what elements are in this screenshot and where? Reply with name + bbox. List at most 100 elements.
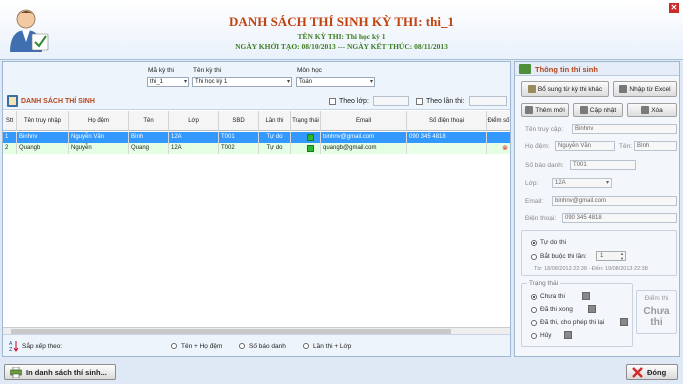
exam-code-value: thi_1 bbox=[150, 79, 164, 85]
cell-sbd: T001 bbox=[219, 132, 259, 143]
close-icon bbox=[632, 366, 643, 378]
import-from-other-exam-button[interactable]: Bổ sung từ kỳ thi khác bbox=[521, 81, 609, 97]
cell-score bbox=[487, 132, 510, 143]
status-indicator bbox=[307, 134, 314, 141]
attempt-filter-select[interactable] bbox=[469, 96, 507, 106]
cell-sbd: T002 bbox=[219, 143, 259, 154]
status-retake-radio[interactable] bbox=[531, 320, 537, 326]
col-class[interactable]: Lớp bbox=[169, 111, 219, 131]
sort-by-attempt-radio[interactable] bbox=[303, 343, 309, 349]
exam-name-select[interactable]: Thi học kỳ 1 ▾ bbox=[192, 77, 292, 87]
sort-by-attempt-label: Lần thi + Lớp bbox=[313, 343, 352, 350]
add-label: Thêm mới bbox=[535, 106, 565, 114]
subject-value: Toán bbox=[299, 79, 313, 85]
cell-middle-name: Nguyễn Văn bbox=[69, 132, 129, 143]
horizontal-scrollbar[interactable] bbox=[3, 327, 510, 334]
col-stt[interactable]: Stt bbox=[3, 111, 17, 131]
spin-arrows-icon[interactable]: ▲ ▼ bbox=[620, 251, 624, 261]
cell-status bbox=[291, 132, 321, 143]
delete-button[interactable]: Xóa bbox=[627, 103, 677, 117]
import-excel-button[interactable]: Nhập từ Excel bbox=[613, 81, 677, 97]
chevron-down-icon: ▾ bbox=[605, 180, 609, 186]
cell-phone bbox=[407, 143, 487, 154]
col-name[interactable]: Tên bbox=[129, 111, 169, 131]
print-list-button[interactable]: In danh sách thí sinh... bbox=[4, 364, 116, 380]
attempt-stepper[interactable]: 1 ▲ ▼ bbox=[596, 251, 626, 261]
subject-select[interactable]: Toán ▾ bbox=[296, 77, 375, 87]
cell-email: binhnv@gmail.com bbox=[321, 132, 407, 143]
col-middle-name[interactable]: Họ đệm bbox=[69, 111, 129, 131]
table-row[interactable]: 2 Quangb Nguyễn Quang 12A T002 Tự do qua… bbox=[3, 143, 510, 154]
cell-phone: 090 345 4818 bbox=[407, 132, 487, 143]
chevron-down-icon: ▾ bbox=[286, 79, 290, 85]
class-label: Lớp: bbox=[525, 180, 539, 187]
import-other-label: Bổ sung từ kỳ thi khác bbox=[537, 85, 603, 93]
delete-label: Xóa bbox=[651, 106, 663, 114]
chevron-down-icon: ▾ bbox=[183, 79, 187, 85]
email-field[interactable]: binhnv@gmail.com bbox=[552, 196, 677, 206]
class-filter-select[interactable] bbox=[373, 96, 409, 106]
status-done-radio[interactable] bbox=[531, 307, 537, 313]
col-attempt[interactable]: Lần thi bbox=[259, 111, 291, 131]
exam-name-subtitle: TÊN KỲ THI: Thi học kỳ 1 bbox=[297, 32, 386, 41]
update-button[interactable]: Cập nhật bbox=[573, 103, 623, 117]
window-close-button[interactable]: ✕ bbox=[669, 3, 679, 13]
col-score[interactable]: Điểm số bbox=[487, 111, 510, 131]
required-mode-radio[interactable] bbox=[531, 254, 537, 260]
status-group-label: Trạng thái bbox=[527, 280, 561, 287]
sort-by-sbd-radio[interactable] bbox=[239, 343, 245, 349]
status-retake-swatch bbox=[620, 318, 628, 326]
col-username[interactable]: Tên truy nhập bbox=[17, 111, 69, 131]
filter-by-attempt-label: Theo lần thi: bbox=[426, 98, 465, 105]
cell-email: quangb@gmail.com bbox=[321, 143, 407, 154]
col-email[interactable]: Email bbox=[321, 111, 407, 131]
sort-bar: A Z Sắp xếp theo: Tên + Họ đệm Số báo da… bbox=[3, 334, 510, 356]
detail-header: Thông tin thí sinh bbox=[515, 62, 679, 76]
required-mode-label: Bắt buộc thi lần: bbox=[540, 253, 587, 260]
middle-name-field[interactable]: Nguyễn Văn bbox=[555, 141, 615, 151]
score-value: Chưa thi bbox=[643, 306, 670, 328]
filter-by-attempt-checkbox[interactable] bbox=[416, 98, 423, 105]
list-title: DANH SÁCH THÍ SINH bbox=[21, 98, 95, 105]
name-field[interactable]: Bình bbox=[634, 141, 677, 151]
filter-bar: Mã kỳ thi thi_1 ▾ Tên kỳ thi Thi học kỳ 1… bbox=[3, 62, 510, 92]
status-cancel-radio[interactable] bbox=[531, 333, 537, 339]
cell-stt: 1 bbox=[3, 132, 17, 143]
exam-dates: NGÀY KHỞI TẠO: 08/10/2013 --- NGÀY KẾT T… bbox=[235, 42, 448, 51]
col-sbd[interactable]: SBD bbox=[219, 111, 259, 131]
add-new-button[interactable]: Thêm mới bbox=[521, 103, 569, 117]
status-not-taken-radio[interactable] bbox=[531, 294, 537, 300]
cell-username: Binhnv bbox=[17, 132, 69, 143]
sbd-field[interactable]: T001 bbox=[570, 160, 636, 170]
list-book-icon bbox=[7, 95, 18, 107]
sort-az-icon: A Z bbox=[9, 341, 19, 352]
class-select[interactable]: 12A ▾ bbox=[552, 178, 612, 188]
filter-by-class-checkbox[interactable] bbox=[329, 98, 336, 105]
col-phone[interactable]: Số điện thoại bbox=[407, 111, 487, 131]
exam-name-label: Tên kỳ thi bbox=[193, 67, 222, 74]
score-label: Điểm thi bbox=[644, 295, 669, 302]
sort-by-name-radio[interactable] bbox=[171, 343, 177, 349]
table-row[interactable]: 1 Binhnv Nguyễn Văn Bình 12A T001 Tự do … bbox=[3, 132, 510, 143]
cell-status bbox=[291, 143, 321, 154]
subject-label: Môn học bbox=[297, 67, 322, 74]
cell-score: ⊗ bbox=[487, 143, 510, 154]
col-status[interactable]: Trạng thái bbox=[291, 111, 321, 131]
username-field[interactable]: Binhnv bbox=[572, 124, 677, 134]
class-select-value: 12A bbox=[555, 180, 566, 186]
close-button[interactable]: Đóng bbox=[626, 364, 678, 380]
status-retake-label: Đã thi, cho phép thi lại bbox=[540, 319, 605, 326]
detail-title: Thông tin thí sinh bbox=[535, 65, 598, 74]
sbd-label: Số báo danh: bbox=[525, 162, 564, 169]
phone-field[interactable]: 090 345 4818 bbox=[562, 213, 677, 223]
sort-by-sbd-label: Số báo danh bbox=[249, 343, 286, 350]
exam-code-select[interactable]: thi_1 ▾ bbox=[147, 77, 189, 87]
attempt-value: 1 bbox=[600, 253, 604, 259]
print-list-label: In danh sách thí sinh... bbox=[26, 367, 107, 377]
cell-stt: 2 bbox=[3, 143, 17, 154]
status-not-taken-swatch bbox=[582, 292, 590, 300]
table-header: Stt Tên truy nhập Họ đệm Tên Lớp SBD Lần… bbox=[3, 111, 510, 131]
status-indicator bbox=[307, 145, 314, 152]
exam-code-label: Mã kỳ thi bbox=[148, 67, 175, 74]
free-mode-radio[interactable] bbox=[531, 240, 537, 246]
